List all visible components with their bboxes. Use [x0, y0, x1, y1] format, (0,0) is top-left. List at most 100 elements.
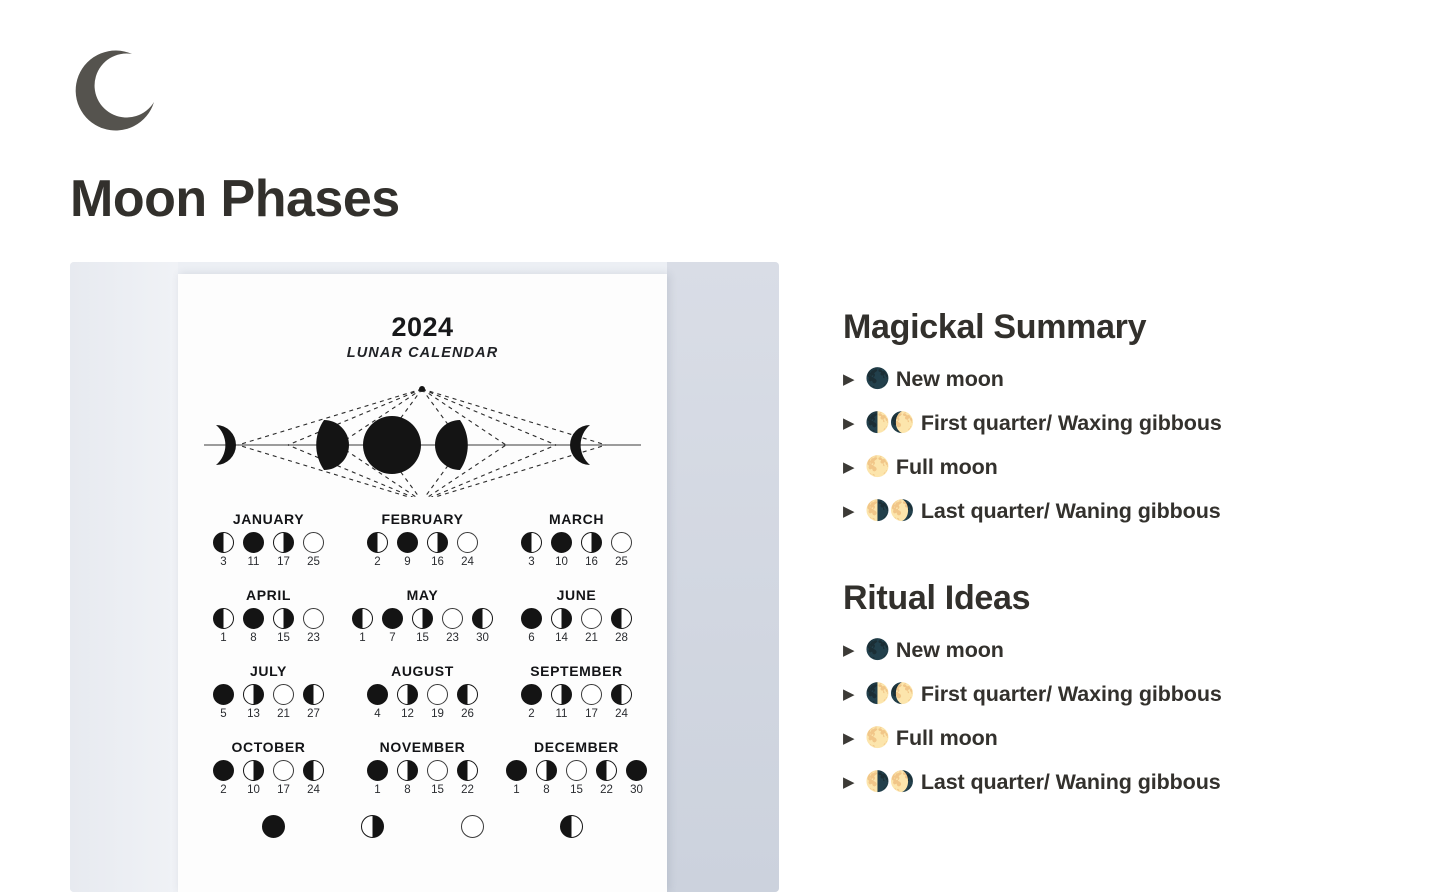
chevron-right-icon[interactable]: ▶ — [843, 687, 865, 702]
calendar-month-grid: JANUARY 3 11 17 25 FEBRUARY 2 9 16 24 MARCH 3 10 16 25… — [178, 511, 667, 796]
month-phase-icons — [504, 760, 649, 781]
month-name: MAY — [406, 587, 439, 603]
month-day: 8 — [404, 784, 411, 796]
month-name: JULY — [250, 663, 287, 679]
month-day: 24 — [461, 556, 474, 568]
calendar-month-cell: APRIL 1 8 15 23 — [196, 587, 341, 644]
first-moon-icon — [397, 760, 418, 781]
cover-image[interactable]: 2024 LUNAR CALENDAR JANUARY 3 11 17 25 F… — [70, 262, 779, 892]
toggle-list-item[interactable]: ▶ 🌗🌖 Last quarter/ Waning gibbous — [843, 760, 1403, 804]
chevron-right-icon[interactable]: ▶ — [843, 775, 865, 790]
month-day-numbers: 3 10 16 25 — [504, 556, 649, 568]
toggle-list-item[interactable]: ▶ 🌓🌔 First quarter/ Waxing gibbous — [843, 672, 1403, 716]
first-moon-icon — [581, 532, 602, 553]
month-phase-icons — [504, 684, 649, 705]
month-day: 8 — [250, 632, 257, 644]
toggle-list-item[interactable]: ▶ 🌗🌖 Last quarter/ Waning gibbous — [843, 489, 1403, 533]
toggle-item-label[interactable]: New moon — [896, 367, 1004, 392]
section-heading-magickal-summary[interactable]: Magickal Summary — [843, 308, 1403, 347]
first-quarter-waxing-gibbous-emoji: 🌓🌔 — [865, 412, 915, 434]
first-moon-icon — [361, 815, 385, 838]
chevron-right-icon[interactable]: ▶ — [843, 731, 865, 746]
month-day: 21 — [277, 708, 290, 720]
calendar-subtitle: LUNAR CALENDAR — [346, 345, 499, 361]
new-moon-icon — [382, 608, 403, 629]
chevron-right-icon[interactable]: ▶ — [843, 460, 865, 475]
toggle-list-item[interactable]: ▶ 🌑 New moon — [843, 628, 1403, 672]
toggle-item-label[interactable]: Last quarter/ Waning gibbous — [921, 499, 1221, 524]
month-day: 1 — [513, 784, 520, 796]
month-day-numbers: 4 12 19 26 — [350, 708, 495, 720]
last-moon-icon — [213, 608, 234, 629]
toggle-item-label[interactable]: First quarter/ Waxing gibbous — [921, 682, 1222, 707]
page-header: Moon Phases — [70, 0, 780, 227]
calendar-month-cell: MARCH 3 10 16 25 — [504, 511, 649, 568]
toggle-item-label[interactable]: New moon — [896, 638, 1004, 663]
month-day: 1 — [374, 784, 381, 796]
month-day: 19 — [431, 708, 444, 720]
month-day: 27 — [307, 708, 320, 720]
month-day: 24 — [307, 784, 320, 796]
new-moon-icon — [367, 760, 388, 781]
full-moon-emoji: 🌕 — [865, 727, 890, 749]
cover-backdrop-left — [70, 262, 178, 892]
month-name: FEBRUARY — [381, 511, 464, 527]
month-day: 17 — [277, 556, 290, 568]
calendar-month-row: JULY 5 13 21 27 AUGUST 4 12 19 26 SEPTEMBER 2 11 17 24 — [196, 663, 649, 720]
last-moon-icon — [611, 684, 632, 705]
last-moon-icon — [559, 815, 583, 838]
toggle-item-label[interactable]: First quarter/ Waxing gibbous — [921, 411, 1222, 436]
new-moon-icon — [262, 815, 286, 838]
month-name: JANUARY — [232, 511, 305, 527]
toggle-list-item[interactable]: ▶ 🌓🌔 First quarter/ Waxing gibbous — [843, 401, 1403, 445]
month-day-numbers: 6 14 21 28 — [504, 632, 649, 644]
new-moon-emoji: 🌑 — [865, 639, 890, 661]
month-day: 25 — [307, 556, 320, 568]
crescent-moon-icon[interactable] — [70, 46, 162, 138]
month-day: 17 — [585, 708, 598, 720]
month-day-numbers: 1 8 15 23 — [196, 632, 341, 644]
month-day: 26 — [461, 708, 474, 720]
month-day: 3 — [220, 556, 227, 568]
first-quarter-waxing-gibbous-emoji: 🌓🌔 — [865, 683, 915, 705]
month-day-numbers: 1 7 15 23 30 — [350, 632, 495, 644]
month-day-numbers: 5 13 21 27 — [196, 708, 341, 720]
chevron-right-icon[interactable]: ▶ — [843, 416, 865, 431]
page-title[interactable]: Moon Phases — [70, 172, 780, 227]
toggle-item-label[interactable]: Last quarter/ Waning gibbous — [921, 770, 1221, 795]
chevron-right-icon[interactable]: ▶ — [843, 372, 865, 387]
month-phase-icons — [350, 684, 495, 705]
toggle-list-item[interactable]: ▶ 🌑 New moon — [843, 357, 1403, 401]
month-day: 9 — [404, 556, 411, 568]
month-name: APRIL — [246, 587, 291, 603]
month-name: AUGUST — [391, 663, 454, 679]
lunar-calendar-sheet: 2024 LUNAR CALENDAR JANUARY 3 11 17 25 F… — [178, 274, 667, 892]
month-day: 10 — [247, 784, 260, 796]
full-moon-icon — [611, 532, 632, 553]
month-day: 2 — [528, 708, 535, 720]
first-moon-icon — [273, 608, 294, 629]
last-quarter-waning-gibbous-emoji: 🌗🌖 — [865, 500, 915, 522]
full-moon-icon — [581, 608, 602, 629]
toggle-list-item[interactable]: ▶ 🌕 Full moon — [843, 445, 1403, 489]
last-moon-icon — [611, 608, 632, 629]
month-phase-icons — [196, 684, 341, 705]
new-moon-icon — [213, 684, 234, 705]
last-moon-icon — [596, 760, 617, 781]
section-heading-ritual-ideas[interactable]: Ritual Ideas — [843, 579, 1403, 618]
calendar-month-cell: JULY 5 13 21 27 — [196, 663, 341, 720]
month-day-numbers: 1 8 15 22 30 — [504, 784, 649, 796]
last-quarter-waning-gibbous-emoji: 🌗🌖 — [865, 771, 915, 793]
calendar-legend-row — [178, 815, 667, 838]
toggle-item-label[interactable]: Full moon — [896, 726, 998, 751]
month-day: 14 — [555, 632, 568, 644]
chevron-right-icon[interactable]: ▶ — [843, 504, 865, 519]
toggle-item-label[interactable]: Full moon — [896, 455, 998, 480]
chevron-right-icon[interactable]: ▶ — [843, 643, 865, 658]
new-moon-emoji: 🌑 — [865, 368, 890, 390]
full-moon-icon — [457, 532, 478, 553]
month-day: 22 — [461, 784, 474, 796]
toggle-list-item[interactable]: ▶ 🌕 Full moon — [843, 716, 1403, 760]
month-name: MARCH — [548, 511, 605, 527]
first-moon-icon — [412, 608, 433, 629]
